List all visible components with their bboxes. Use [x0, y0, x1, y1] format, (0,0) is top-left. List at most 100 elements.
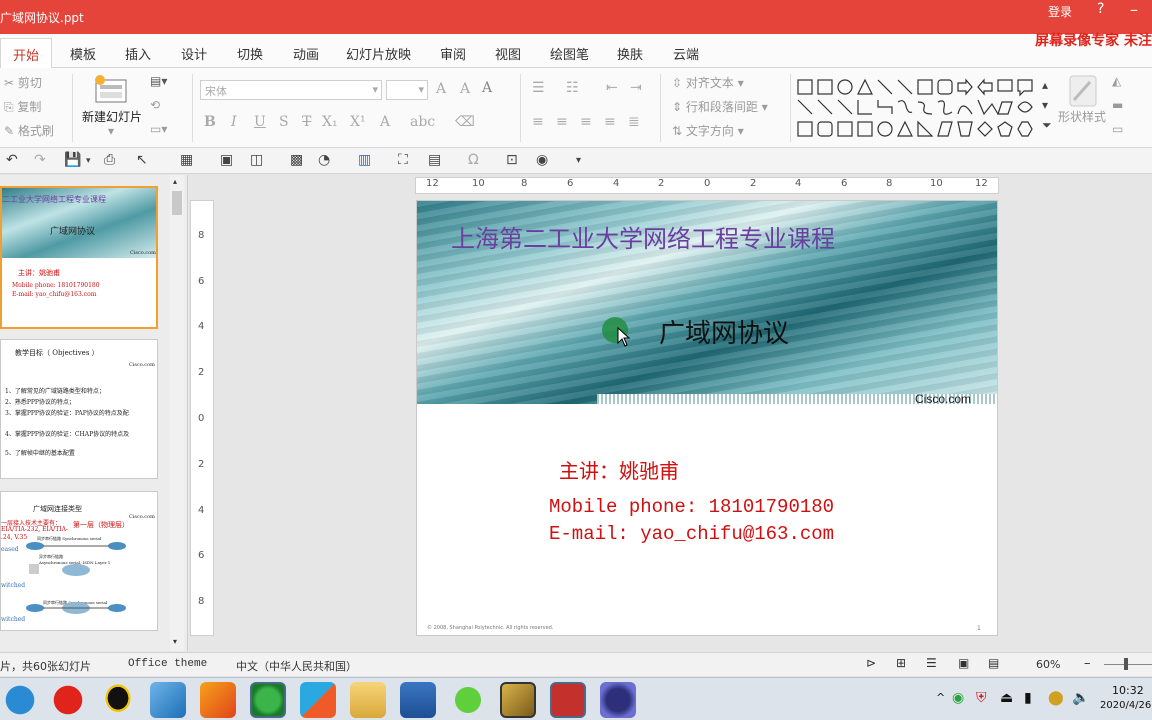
- layout-icon[interactable]: ▤▾: [150, 74, 167, 88]
- tab-cloud[interactable]: 云端: [673, 44, 699, 63]
- copy-button[interactable]: ⎘ 复制: [4, 98, 41, 115]
- slide-canvas[interactable]: 上海第二工业大学网络工程专业课程 广域网协议 Cisco.com 主讲：姚驰甫 …: [416, 200, 998, 636]
- new-slide-icon[interactable]: [92, 74, 130, 106]
- gallery-scroll-up-icon[interactable]: ▴: [1042, 78, 1048, 92]
- play-icon[interactable]: ⊳: [866, 656, 876, 670]
- table-icon[interactable]: ▦: [180, 152, 193, 168]
- picture-icon[interactable]: ▣: [220, 152, 233, 168]
- align-text-button[interactable]: ⇳ 对齐文本 ▾: [672, 74, 744, 91]
- hyperlink-icon[interactable]: ⛶: [398, 152, 408, 168]
- shape-style-icon[interactable]: [1068, 74, 1098, 108]
- symbol-icon[interactable]: Ω: [468, 152, 479, 168]
- presenter-text[interactable]: 主讲：姚驰甫: [559, 455, 679, 484]
- font-name-select[interactable]: 宋体 ▾: [200, 80, 382, 100]
- justify-icon[interactable]: ≡: [604, 114, 616, 130]
- tray-360-icon[interactable]: ◉: [952, 690, 964, 706]
- help-button[interactable]: ?: [1097, 1, 1104, 17]
- shapes-gallery[interactable]: [796, 78, 1040, 140]
- tray-network-icon[interactable]: ▮: [1024, 690, 1032, 706]
- screenshot-icon[interactable]: ◫: [250, 152, 263, 168]
- section-icon[interactable]: ▭▾: [150, 122, 167, 136]
- chevron-down-icon[interactable]: ▾: [86, 156, 91, 166]
- scroll-down-icon[interactable]: ▾: [173, 637, 177, 646]
- italic-icon[interactable]: I: [231, 114, 237, 130]
- login-button[interactable]: 登录: [1048, 3, 1072, 20]
- save-icon[interactable]: 💾: [64, 152, 81, 168]
- transfer-icon[interactable]: [150, 682, 186, 718]
- qq-game-icon[interactable]: [200, 682, 236, 718]
- zoom-level[interactable]: 60%: [1036, 658, 1060, 671]
- tray-expand-icon[interactable]: ^: [936, 691, 945, 704]
- wechat-icon[interactable]: [450, 682, 486, 718]
- slide-thumbnail-1[interactable]: 二工业大学网络工程专业课程 广域网协议 Cisco.com 主讲：姚驰甫 Mob…: [0, 186, 158, 329]
- tool-icon[interactable]: [500, 682, 536, 718]
- shapes-icon[interactable]: ◔: [318, 152, 330, 168]
- shrink-font-icon[interactable]: A: [460, 81, 470, 97]
- minimize-button[interactable]: –: [1130, 0, 1138, 19]
- email-text[interactable]: E-mail: yao_chifu@163.com: [549, 523, 834, 545]
- zoom-out-button[interactable]: –: [1084, 656, 1091, 671]
- strikethrough-icon[interactable]: T: [302, 114, 311, 130]
- phone-text[interactable]: Mobile phone: 18101790180: [549, 496, 834, 518]
- tab-view[interactable]: 视图: [495, 44, 521, 63]
- shape-effect-icon[interactable]: ▭: [1112, 122, 1123, 136]
- file-explorer-icon[interactable]: [350, 682, 386, 718]
- app-icon[interactable]: [600, 682, 636, 718]
- align-left-icon[interactable]: ≡: [532, 114, 544, 130]
- camera-icon[interactable]: ◉: [536, 152, 548, 168]
- sorter-view-icon[interactable]: ⊞: [896, 656, 906, 670]
- align-center-icon[interactable]: ≡: [556, 114, 568, 130]
- bold-icon[interactable]: B: [204, 114, 216, 130]
- align-right-icon[interactable]: ≡: [580, 114, 592, 130]
- zoom-slider-thumb[interactable]: [1124, 658, 1128, 670]
- change-case-icon[interactable]: abc: [410, 114, 435, 130]
- shadow-icon[interactable]: S: [279, 114, 289, 130]
- shape-outline-icon[interactable]: ▬: [1112, 98, 1123, 112]
- underline-icon[interactable]: U: [254, 114, 266, 130]
- sogou-icon[interactable]: [2, 682, 38, 718]
- customize-toolbar-icon[interactable]: ▾: [576, 155, 581, 166]
- slide-thumbnail-2[interactable]: 教学目标（ Objectives ） Cisco.com 1、了解常见的广域链路…: [0, 339, 158, 479]
- video-player-icon[interactable]: [300, 682, 336, 718]
- tab-transition[interactable]: 切换: [237, 44, 263, 63]
- numbering-icon[interactable]: ☷: [566, 80, 579, 96]
- reading-view-icon[interactable]: ☰: [926, 656, 937, 670]
- line-spacing-button[interactable]: ⇕ 行和段落间距 ▾: [672, 98, 768, 115]
- reset-icon[interactable]: ⟲: [150, 98, 160, 112]
- font-size-select[interactable]: ▾: [386, 80, 428, 100]
- redo-icon[interactable]: ↷: [34, 152, 46, 168]
- font-color-icon[interactable]: A: [482, 80, 492, 96]
- decrease-indent-icon[interactable]: ⇤: [606, 80, 618, 96]
- select-icon[interactable]: ↖: [136, 152, 148, 168]
- slide-thumbnail-3[interactable]: 广域网连接类型 Cisco.com 一层接入技术主要有： 第一层（物理层） EI…: [0, 491, 158, 631]
- gallery-expand-icon[interactable]: ⏷: [1042, 118, 1052, 133]
- textbox-icon[interactable]: ▤: [428, 152, 441, 168]
- bullets-icon[interactable]: ☰: [532, 80, 545, 96]
- char-spacing-icon[interactable]: A: [380, 114, 390, 130]
- grow-font-icon[interactable]: A: [436, 81, 446, 97]
- superscript-icon[interactable]: X¹: [350, 114, 366, 130]
- undo-icon[interactable]: ↶: [6, 152, 18, 168]
- tab-home[interactable]: 开始: [0, 38, 53, 68]
- tray-volume-icon[interactable]: 🔈: [1072, 690, 1089, 706]
- slide-title[interactable]: 广域网协议: [659, 313, 789, 350]
- format-painter-button[interactable]: ✎ 格式刷: [4, 122, 54, 139]
- wps-presentation-icon[interactable]: [550, 682, 586, 718]
- language-indicator[interactable]: 中文（中华人民共和国）: [236, 658, 357, 674]
- new-slide-button[interactable]: 新建幻灯片: [82, 108, 142, 125]
- tab-insert[interactable]: 插入: [125, 44, 151, 63]
- tab-skin[interactable]: 换肤: [617, 44, 643, 63]
- tab-pen[interactable]: 绘图笔: [550, 44, 589, 63]
- tray-security-icon[interactable]: ⛨: [976, 690, 987, 706]
- qq-icon[interactable]: [100, 682, 136, 718]
- cut-button[interactable]: ✂ 剪切: [4, 74, 42, 91]
- thumbnail-scrollbar[interactable]: ▴ ▾: [170, 175, 184, 651]
- shape-fill-icon[interactable]: ◭: [1112, 74, 1121, 88]
- gallery-scroll-down-icon[interactable]: ▾: [1042, 98, 1048, 112]
- clock-date[interactable]: 2020/4/26: [1100, 700, 1151, 711]
- print-icon[interactable]: ⎙: [104, 152, 115, 168]
- tray-usb-icon[interactable]: ⏏: [1000, 690, 1013, 706]
- text-direction-button[interactable]: ⇅ 文字方向 ▾: [672, 122, 744, 139]
- normal-view-icon[interactable]: ▣: [958, 656, 969, 670]
- tab-design[interactable]: 设计: [181, 44, 207, 63]
